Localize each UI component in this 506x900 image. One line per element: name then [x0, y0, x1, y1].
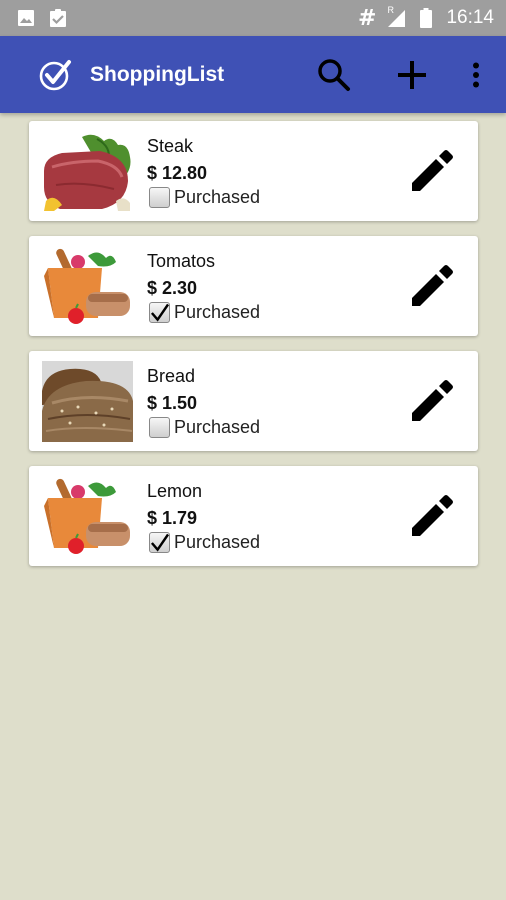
item-name: Bread [147, 366, 196, 386]
list-item[interactable]: Steak $ 12.80 Purchased [29, 121, 478, 221]
app-title: ShoppingList [90, 62, 225, 86]
grocery-bag-icon [42, 246, 133, 327]
item-price: $ 12.80 [147, 163, 208, 183]
item-price: $ 1.50 [147, 393, 198, 413]
bread-photo [42, 361, 133, 442]
image-icon [16, 8, 36, 28]
checkbox-unchecked[interactable] [149, 187, 170, 208]
signal-icon: R [386, 5, 406, 28]
app-bar: ShoppingList [0, 36, 506, 113]
steak-photo [42, 131, 133, 212]
item-price: $ 1.79 [147, 508, 198, 528]
item-name: Tomatos [147, 251, 216, 271]
pencil-icon [412, 380, 453, 421]
more-vert-icon [473, 62, 479, 87]
purchased-checkbox[interactable]: Purchased [149, 302, 260, 323]
edit-button[interactable] [408, 492, 456, 540]
pencil-icon [412, 265, 453, 306]
list-item[interactable]: Lemon $ 1.79 Purchased [29, 466, 478, 566]
add-icon [398, 60, 426, 89]
overflow-menu-button[interactable] [454, 53, 498, 97]
purchased-label: Purchased [174, 302, 261, 322]
purchased-label: Purchased [174, 187, 261, 207]
roaming-indicator: R [387, 5, 394, 15]
search-icon [318, 58, 350, 91]
checkbox-unchecked[interactable] [149, 417, 170, 438]
check-logo-icon [38, 57, 74, 93]
item-name: Lemon [147, 481, 203, 501]
item-price: $ 2.30 [147, 278, 198, 298]
clipboard-check-icon [48, 8, 68, 28]
edit-button[interactable] [408, 262, 456, 310]
purchased-label: Purchased [174, 532, 261, 552]
purchased-checkbox[interactable]: Purchased [149, 187, 260, 208]
checkbox-checked[interactable] [149, 302, 170, 323]
clock: 16:14 [446, 7, 494, 28]
edit-button[interactable] [408, 377, 456, 425]
list-item[interactable]: Tomatos $ 2.30 Purchased [29, 236, 478, 336]
checkmark-icon [150, 533, 169, 552]
add-item-button[interactable] [390, 53, 434, 97]
checkmark-icon [150, 303, 169, 322]
edit-button[interactable] [408, 147, 456, 195]
shopping-list: Steak $ 12.80 Purchased Tomatos $ 2.30 P… [29, 121, 478, 581]
item-name: Steak [147, 136, 194, 156]
checkbox-checked[interactable] [149, 532, 170, 553]
status-bar: # R 16:14 [0, 0, 506, 36]
pencil-icon [412, 495, 453, 536]
grocery-bag-icon [42, 476, 133, 557]
search-button[interactable] [312, 53, 356, 97]
purchased-label: Purchased [174, 417, 261, 437]
purchased-checkbox[interactable]: Purchased [149, 417, 260, 438]
pencil-icon [412, 150, 453, 191]
purchased-checkbox[interactable]: Purchased [149, 532, 260, 553]
list-item[interactable]: Bread $ 1.50 Purchased [29, 351, 478, 451]
hash-icon: # [358, 5, 377, 31]
battery-icon [416, 8, 436, 28]
